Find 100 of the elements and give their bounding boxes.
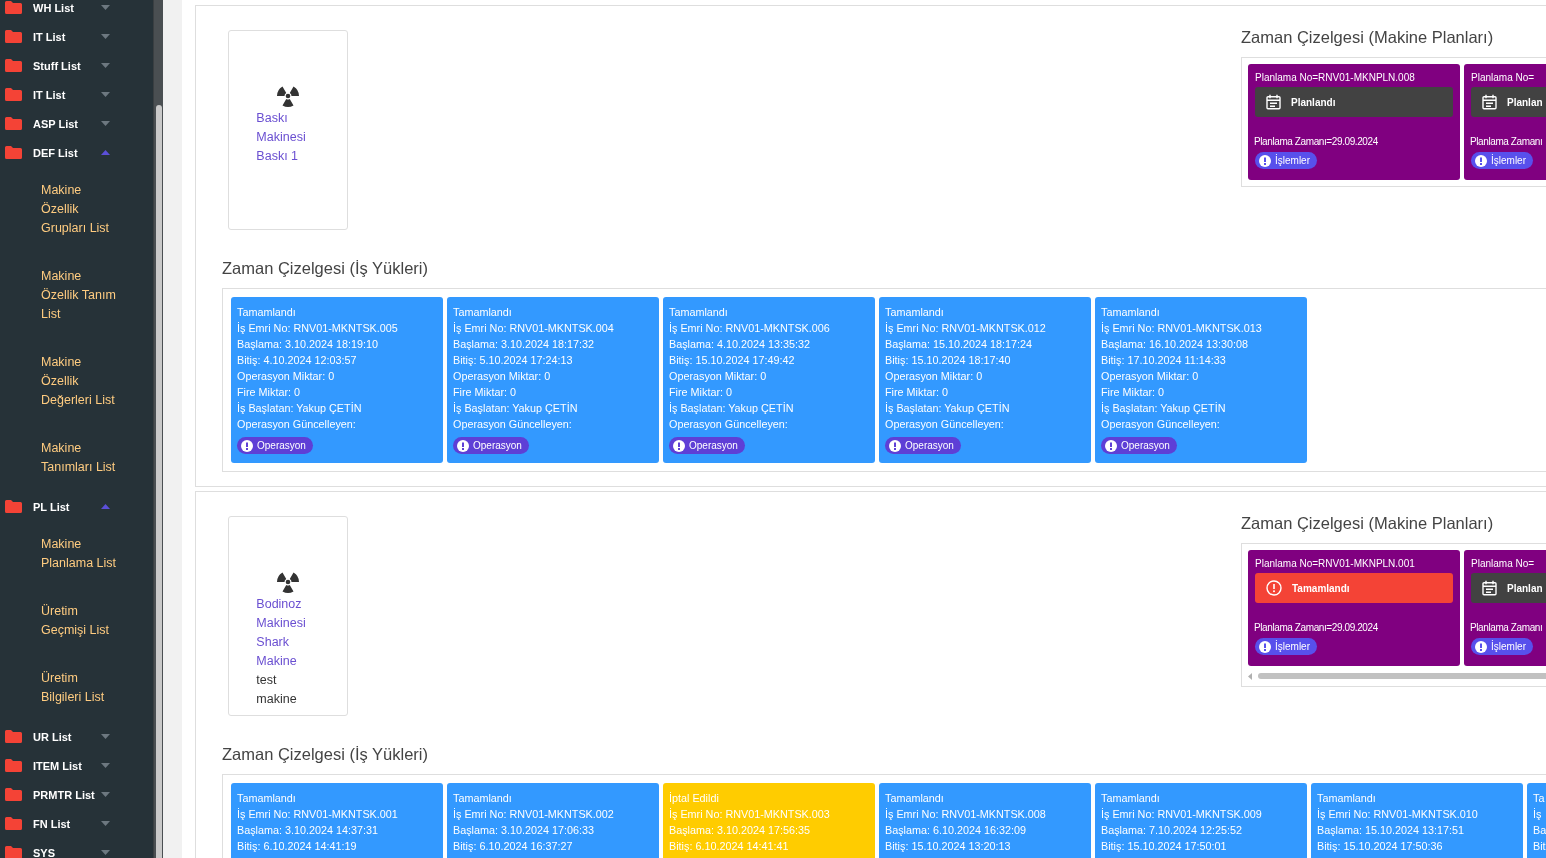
- folder-icon: [5, 30, 22, 43]
- task-detail: Operasyon Miktar: 0: [1101, 369, 1200, 384]
- plan-number: Planlama No=: [1471, 71, 1536, 85]
- task-status: Ta: [1533, 791, 1546, 806]
- task-detail: Bitiş: 15.10.2024 17:50:36: [1317, 839, 1444, 854]
- submenu-item[interactable]: Makine Özellik Tanım List: [0, 253, 121, 339]
- task-detail: Başlama: 3.10.2024 18:19:10: [237, 337, 380, 352]
- task-detail: Bitiş: 15.10.2024 17:49:42: [669, 353, 796, 368]
- task-detail: İş Emri No: RNV01-MKNTSK.003: [669, 807, 831, 822]
- task-detail: Operasyon Güncelleyen:: [885, 417, 1005, 432]
- task-detail: Operasyon Miktar: 0: [453, 369, 552, 384]
- section-title: Zaman Çizelgesi (İş Yükleri): [222, 258, 429, 279]
- task-detail: Bitiş: 15.10.2024 13:20:13: [885, 839, 1012, 854]
- menu-item[interactable]: ITEM List: [0, 751, 153, 780]
- task-detail: İş Emri No: RNV01-MKNTSK.008: [885, 807, 1047, 822]
- task-detail: Bitiş: 15.10.2024 17:50:01: [1101, 839, 1228, 854]
- submenu-item[interactable]: Makine Özellik Grupları List: [0, 167, 121, 253]
- menu-item[interactable]: IT List: [0, 22, 153, 51]
- actions-button[interactable]: İşlemler: [1255, 152, 1317, 169]
- folder-icon: [5, 88, 22, 101]
- actions-button[interactable]: İşlemler: [1255, 638, 1317, 655]
- task-detail: Bitiş: 6.10.2024 16:37:27: [453, 839, 574, 854]
- task-status: Tamamlandı: [1317, 791, 1377, 806]
- machine-card[interactable]: Baskı Makinesi Baskı 1: [228, 30, 348, 230]
- plan-number: Planlama No=: [1471, 557, 1536, 571]
- submenu-item[interactable]: Üretim Bilgileri List: [0, 655, 121, 722]
- menu-item[interactable]: SYS: [0, 838, 153, 858]
- exclamation-icon: [1105, 439, 1117, 452]
- plan-number: Planlama No=RNV01-MKNPLN.001: [1255, 557, 1416, 571]
- menu-item[interactable]: Stuff List: [0, 51, 153, 80]
- task-detail: Bitiş: 17.10.2024 11:14:33: [1101, 353, 1227, 368]
- task-detail: Operasyon Güncelleyen:: [669, 417, 789, 432]
- task-detail: İş Emri No: RNV01-MKNTSK.006: [669, 321, 831, 336]
- task-detail: Başlama: 15.10.2024 13:17:51: [1317, 823, 1466, 838]
- submenu-item[interactable]: Üretim Geçmişi List: [0, 588, 121, 655]
- submenu-item[interactable]: Makine Planlama List: [0, 521, 121, 588]
- task-status: İptal Edildi: [669, 791, 720, 806]
- task-detail: Bitiş: 5.10.2024 17:24:13: [453, 353, 574, 368]
- folder-icon: [5, 1, 22, 14]
- task-detail: Operasyon Miktar: 0: [885, 369, 984, 384]
- task-detail: Fire Miktar: 0: [1101, 385, 1165, 400]
- operation-button[interactable]: Operasyon: [1101, 437, 1177, 454]
- horizontal-scrollbar[interactable]: [1248, 672, 1546, 680]
- folder-icon: [5, 59, 22, 72]
- exclamation-icon: [241, 439, 253, 452]
- menu-item[interactable]: PL List: [0, 492, 153, 521]
- folder-icon: [5, 730, 22, 743]
- task-detail: İş Emri No: RNV01-MKNTSK.012: [885, 321, 1047, 336]
- menu-item[interactable]: UR List: [0, 722, 153, 751]
- menu-item[interactable]: DEF List: [0, 138, 153, 167]
- actions-button[interactable]: İşlemler: [1471, 152, 1533, 169]
- folder-icon: [5, 788, 22, 801]
- task-status: Tamamlandı: [453, 305, 513, 320]
- folder-icon: [5, 117, 22, 130]
- task-detail: İş Başlatan: Yakup ÇETİN: [1101, 401, 1227, 416]
- task-status: Tamamlandı: [885, 305, 945, 320]
- task-detail: İş Emri No: RNV01-MKNTSK.013: [1101, 321, 1263, 336]
- task-detail: İş Emri No: RNV01-MKNTSK.004: [453, 321, 615, 336]
- task-detail: Fire Miktar: 0: [669, 385, 733, 400]
- exclamation-icon: [673, 439, 685, 452]
- task-detail: Başlama: 3.10.2024 14:37:31: [237, 823, 380, 838]
- section-title: Zaman Çizelgesi (İş Yükleri): [222, 744, 429, 765]
- operation-button[interactable]: Operasyon: [453, 437, 529, 454]
- task-detail: Başlama: 16.10.2024 13:30:08: [1101, 337, 1250, 352]
- alert-icon: [1266, 580, 1282, 596]
- operation-button[interactable]: Operasyon: [237, 437, 313, 454]
- task-detail: İş Başlatan: Yakup ÇETİN: [669, 401, 795, 416]
- plan-time: Planlama Zamanı: [1470, 622, 1544, 633]
- submenu-item[interactable]: Makine Özellik Değerleri List: [0, 339, 121, 425]
- operation-button[interactable]: Operasyon: [885, 437, 961, 454]
- menu-item[interactable]: PRMTR List: [0, 780, 153, 809]
- task-status: Tamamlandı: [885, 791, 945, 806]
- menu-item[interactable]: WH List: [0, 0, 153, 22]
- exclamation-icon: [1475, 154, 1487, 167]
- menu-item[interactable]: ASP List: [0, 109, 153, 138]
- scrollbar[interactable]: [153, 0, 163, 858]
- task-detail: İş Emri No: RNV01-MKNTSK.009: [1101, 807, 1263, 822]
- task-detail: Operasyon Güncelleyen:: [1101, 417, 1221, 432]
- plan-time: Planlama Zamanı: [1470, 136, 1544, 147]
- actions-button[interactable]: İşlemler: [1471, 638, 1533, 655]
- task-detail: Operasyon Güncelleyen:: [237, 417, 357, 432]
- scroll-arrow-icon[interactable]: [1248, 672, 1252, 680]
- task-status: Tamamlandı: [237, 791, 297, 806]
- machine-link[interactable]: Baskı Makinesi Baskı 1: [256, 109, 306, 166]
- task-detail: Operasyon Güncelleyen:: [453, 417, 573, 432]
- machine-description: test makine: [256, 672, 297, 708]
- menu-item[interactable]: FN List: [0, 809, 153, 838]
- exclamation-icon: [1475, 640, 1487, 653]
- submenu-item[interactable]: Makine Tanımları List: [0, 425, 121, 492]
- calendar-icon: [1266, 94, 1281, 110]
- task-detail: Bit: [1533, 839, 1546, 854]
- machine-link[interactable]: Bodinoz Makinesi Shark Makine: [256, 595, 306, 671]
- task-status: Tamamlandı: [669, 305, 729, 320]
- task-detail: Başlama: 7.10.2024 12:25:52: [1101, 823, 1244, 838]
- exclamation-icon: [1259, 640, 1271, 653]
- machine-card[interactable]: Bodinoz Makinesi Shark Makine test makine: [228, 516, 348, 716]
- menu-item[interactable]: IT List: [0, 80, 153, 109]
- exclamation-icon: [1259, 154, 1271, 167]
- operation-button[interactable]: Operasyon: [669, 437, 745, 454]
- task-detail: Başlama: 3.10.2024 18:17:32: [453, 337, 596, 352]
